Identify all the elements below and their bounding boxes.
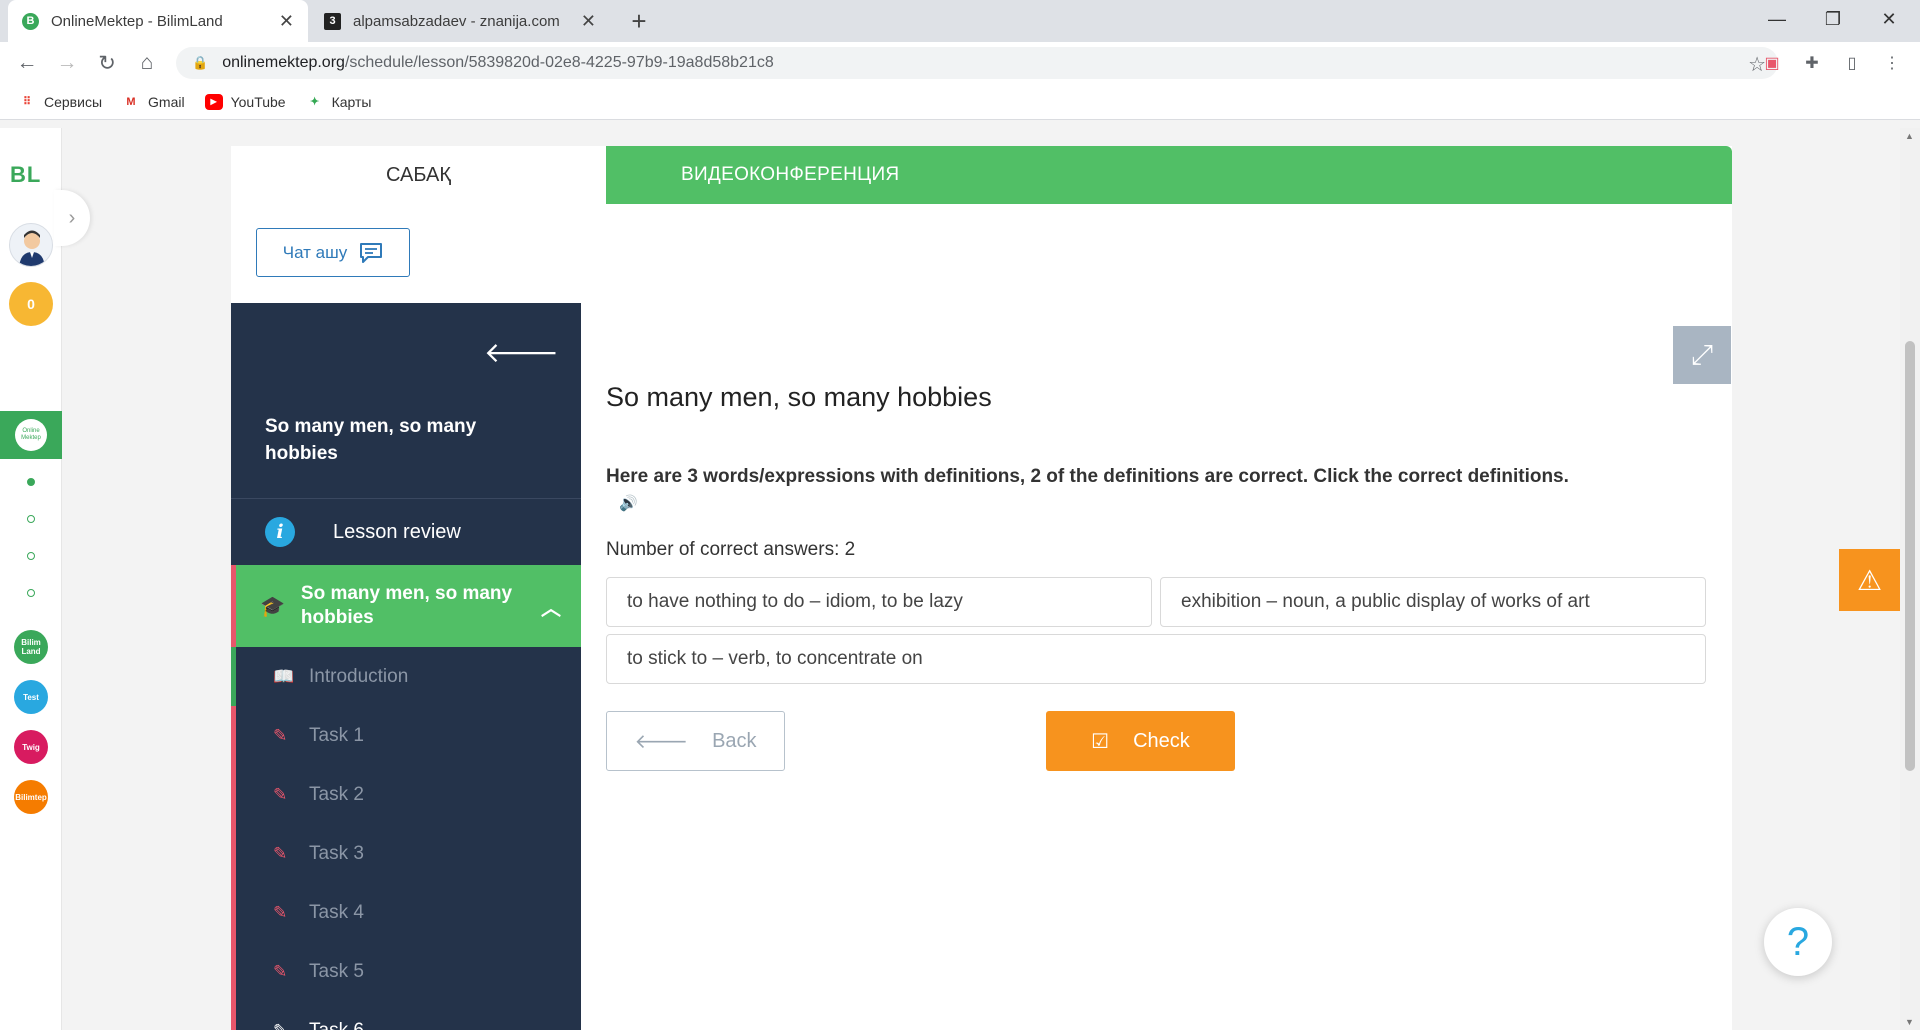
answer-option-3[interactable]: to stick to – verb, to concentrate on xyxy=(606,634,1706,684)
bilimland-favicon-icon: B xyxy=(22,12,39,30)
edit-icon: ✎ xyxy=(273,725,288,745)
open-chat-button[interactable]: Чат ашу xyxy=(256,228,410,277)
section-title: So many men, so many hobbies xyxy=(300,583,513,628)
chevron-up-icon[interactable]: ︿ xyxy=(541,592,561,621)
sidebar-item-task-6[interactable]: ✎ Task 6 xyxy=(231,1001,581,1030)
collapse-sidebar-arrow-icon[interactable]: 🡐 xyxy=(484,335,559,369)
avatar[interactable] xyxy=(9,223,53,267)
extensions-puzzle-icon[interactable]: ✚ xyxy=(1801,52,1823,74)
forward-arrow-icon[interactable]: → xyxy=(53,49,81,77)
graduation-cap-icon: 🎓 xyxy=(260,595,285,618)
new-tab-button[interactable]: + xyxy=(624,6,654,36)
scrollbar-thumb[interactable] xyxy=(1905,341,1915,771)
rail-app-onlinemektep[interactable]: Online Mektep xyxy=(0,411,62,459)
gmail-icon: M xyxy=(126,95,136,108)
arrow-left-icon: 🡐 xyxy=(634,730,689,753)
coin-counter[interactable]: 0 xyxy=(9,282,53,326)
bookmark-youtube[interactable]: ▶ YouTube xyxy=(204,93,286,110)
book-icon: 📖 xyxy=(273,666,295,686)
answer-option-1[interactable]: to have nothing to do – idiom, to be laz… xyxy=(606,577,1152,627)
tab-lesson[interactable]: САБАҚ xyxy=(231,146,606,204)
page-viewport: BL 0 Online Mektep Bilim Land Test Twig … xyxy=(0,128,1900,1030)
page-scrollbar[interactable]: ▲ ▼ xyxy=(1900,128,1920,1030)
lock-icon: 🔒 xyxy=(192,55,209,70)
rail-app-bilimtep[interactable]: Bilimtep xyxy=(14,780,48,814)
check-button[interactable]: ☑ Check xyxy=(1046,711,1235,771)
apps-grid-icon: ⠿ xyxy=(22,96,32,108)
rail-app-twig[interactable]: Twig xyxy=(14,730,48,764)
left-app-rail: BL 0 Online Mektep Bilim Land Test Twig … xyxy=(0,128,62,1030)
scroll-up-arrow-icon[interactable]: ▲ xyxy=(1905,131,1914,141)
report-warning-icon[interactable]: ⚠ xyxy=(1839,549,1900,611)
address-bar[interactable]: 🔒 onlinemektep.org/schedule/lesson/58398… xyxy=(176,47,1778,79)
close-window-icon[interactable]: ✕ xyxy=(1866,0,1912,38)
rail-dot-2[interactable] xyxy=(27,515,35,523)
rail-app-test[interactable]: Test xyxy=(14,680,48,714)
sidebar-item-task-2[interactable]: ✎ Task 2 xyxy=(231,765,581,824)
speaker-icon[interactable]: 🔊 xyxy=(619,494,638,512)
bilimland-logo[interactable]: BL xyxy=(10,162,41,188)
reload-icon[interactable]: ↻ xyxy=(93,49,121,77)
sidebar-item-task-3[interactable]: ✎ Task 3 xyxy=(231,824,581,883)
lesson-title: So many men, so many hobbies xyxy=(265,416,477,464)
edit-icon: ✎ xyxy=(273,1020,288,1030)
tab-title: alpamsabzadaev - znanija.com xyxy=(353,12,560,30)
correct-answers-count: Number of correct answers: 2 xyxy=(606,539,856,560)
info-icon: i xyxy=(265,517,295,547)
fullscreen-expand-icon[interactable]: ⤢ xyxy=(1673,326,1731,384)
onlinemektep-icon: Online Mektep xyxy=(15,419,47,451)
maps-icon: ✦ xyxy=(309,96,320,108)
sidebar-item-lesson-review[interactable]: i Lesson review xyxy=(231,499,581,565)
bookmarks-bar: ⠿ Сервисы M Gmail ▶ YouTube ✦ Карты xyxy=(0,84,1920,120)
restore-window-icon[interactable]: ❐ xyxy=(1810,0,1856,38)
chat-bubble-icon xyxy=(360,242,383,263)
tab-title: OnlineMektep - BilimLand xyxy=(51,12,223,30)
sidebar-item-task-5[interactable]: ✎ Task 5 xyxy=(231,942,581,1001)
rail-dot-3[interactable] xyxy=(27,552,35,560)
help-button[interactable]: ? xyxy=(1764,908,1832,976)
bookmark-gmail[interactable]: M Gmail xyxy=(122,94,184,110)
close-tab-icon[interactable]: ✕ xyxy=(279,11,294,32)
sidebar-item-task-4[interactable]: ✎ Task 4 xyxy=(231,883,581,942)
sidebar-item-introduction[interactable]: 📖 Introduction xyxy=(231,647,581,706)
youtube-icon: ▶ xyxy=(204,93,223,110)
profile-icon[interactable]: ▯ xyxy=(1841,52,1863,74)
edit-icon: ✎ xyxy=(273,843,288,863)
url-text: onlinemektep.org/schedule/lesson/5839820… xyxy=(222,54,774,71)
checkbox-icon: ☑ xyxy=(1091,730,1110,753)
extension-pocket-icon[interactable]: ▣ xyxy=(1761,52,1783,74)
sidebar-item-task-1[interactable]: ✎ Task 1 xyxy=(231,706,581,765)
browser-tab-strip: B OnlineMektep - BilimLand ✕ 3 alpamsabz… xyxy=(0,0,1920,42)
scroll-down-arrow-icon[interactable]: ▼ xyxy=(1905,1017,1914,1027)
rail-dot-4[interactable] xyxy=(27,589,35,597)
back-button[interactable]: 🡐 Back xyxy=(606,711,785,771)
browser-toolbar: ← → ↻ ⌂ 🔒 onlinemektep.org/schedule/less… xyxy=(0,42,1920,84)
rail-expand-chevron-icon[interactable]: › xyxy=(54,190,90,246)
exercise-title: So many men, so many hobbies xyxy=(606,382,992,412)
menu-kebab-icon[interactable]: ⋮ xyxy=(1881,52,1903,74)
close-tab-icon[interactable]: ✕ xyxy=(581,11,596,32)
lesson-card: САБАҚ ВИДЕОКОНФЕРЕНЦИЯ Чат ашу 🡐 So many… xyxy=(231,146,1732,1030)
edit-icon: ✎ xyxy=(273,961,288,981)
browser-tab-znanija[interactable]: 3 alpamsabzadaev - znanija.com ✕ xyxy=(310,0,610,42)
answer-option-2[interactable]: exhibition – noun, a public display of w… xyxy=(1160,577,1706,627)
back-arrow-icon[interactable]: ← xyxy=(13,49,41,77)
rail-dot-1[interactable] xyxy=(27,478,35,486)
edit-icon: ✎ xyxy=(273,784,288,804)
sidebar-section-current[interactable]: 🎓 So many men, so many hobbies ︿ xyxy=(231,565,581,647)
minimize-window-icon[interactable]: — xyxy=(1754,0,1800,38)
bookmark-maps[interactable]: ✦ Карты xyxy=(306,94,372,110)
home-icon[interactable]: ⌂ xyxy=(133,49,161,77)
browser-tab-onlinemektep[interactable]: B OnlineMektep - BilimLand ✕ xyxy=(8,0,308,42)
rail-app-bilimland[interactable]: Bilim Land xyxy=(14,630,48,664)
edit-icon: ✎ xyxy=(273,902,288,922)
tab-videoconference[interactable]: ВИДЕОКОНФЕРЕНЦИЯ xyxy=(606,146,1732,204)
exercise-instruction: Here are 3 words/expressions with defini… xyxy=(606,466,1569,487)
znanija-favicon-icon: 3 xyxy=(324,12,341,30)
lesson-sidebar: 🡐 So many men, so many hobbies i Lesson … xyxy=(231,303,581,1030)
bookmark-services[interactable]: ⠿ Сервисы xyxy=(18,94,102,110)
